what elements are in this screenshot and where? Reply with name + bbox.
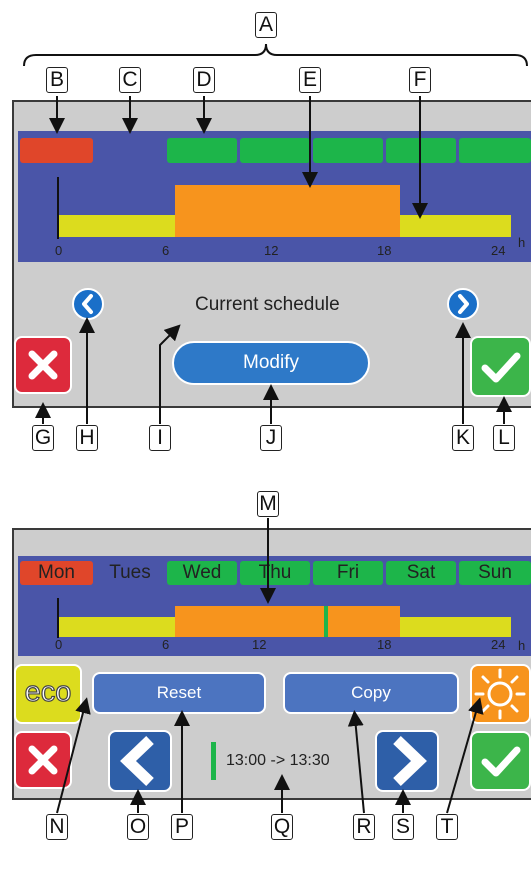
- callout-r: R: [353, 814, 375, 840]
- status-text: Current schedule: [195, 294, 340, 315]
- tick-label: 24: [491, 637, 506, 652]
- modify-button[interactable]: Modify: [172, 341, 370, 385]
- callout-o: O: [127, 814, 149, 840]
- callout-k: K: [452, 425, 474, 451]
- previous-day-button[interactable]: [72, 288, 104, 320]
- day-tab-wed[interactable]: Wed: [167, 561, 237, 585]
- chevron-right-icon: [458, 294, 469, 314]
- time-cursor[interactable]: [323, 606, 328, 637]
- day-tab-fri[interactable]: Fri: [313, 561, 383, 585]
- callout-d: D: [193, 67, 215, 93]
- callout-c: C: [119, 67, 141, 93]
- comfort-period-bar: [175, 185, 400, 237]
- day-indicator-green: [313, 138, 383, 163]
- hours-unit: h: [518, 638, 526, 653]
- copy-button[interactable]: Copy: [283, 672, 459, 714]
- day-indicator-green: [240, 138, 310, 163]
- next-day-button[interactable]: [447, 288, 479, 320]
- callout-a: A: [255, 12, 277, 38]
- slot-indicator: [211, 742, 216, 780]
- callout-s: S: [392, 814, 414, 840]
- sun-icon: [474, 668, 526, 720]
- previous-slot-button[interactable]: [108, 730, 172, 792]
- eco-button[interactable]: eco: [14, 664, 82, 724]
- cancel-button[interactable]: [14, 336, 72, 394]
- tick-label: 12: [252, 637, 267, 652]
- day-tab-sun[interactable]: Sun: [459, 561, 531, 585]
- chevron-right-icon: [393, 736, 427, 786]
- comfort-mode-button[interactable]: [470, 664, 531, 724]
- day-indicator-green: [167, 138, 237, 163]
- callout-q: Q: [271, 814, 293, 840]
- ok-button[interactable]: [470, 336, 531, 397]
- day-tab-thu[interactable]: Thu: [240, 561, 310, 585]
- tick-label: 6: [162, 243, 170, 258]
- hours-unit: h: [518, 235, 526, 250]
- chevron-left-icon: [82, 294, 93, 314]
- callout-n: N: [46, 814, 68, 840]
- callout-j: J: [260, 425, 282, 451]
- tick-label: 18: [377, 243, 392, 258]
- callout-p: P: [171, 814, 193, 840]
- next-slot-button[interactable]: [375, 730, 439, 792]
- callout-i: I: [149, 425, 171, 451]
- close-icon: [28, 350, 58, 380]
- chevron-left-icon: [120, 736, 154, 786]
- cancel-button[interactable]: [14, 731, 72, 789]
- reset-button[interactable]: Reset: [92, 672, 266, 714]
- callout-l: L: [493, 425, 515, 451]
- day-tab-sat[interactable]: Sat: [386, 561, 456, 585]
- tick-label: 0: [55, 243, 63, 258]
- day-indicator-selected: [20, 138, 93, 163]
- eco-label: eco: [24, 675, 72, 708]
- close-icon: [28, 745, 58, 775]
- day-indicator-green: [459, 138, 531, 163]
- tick-label: 24: [491, 243, 506, 258]
- callout-e: E: [299, 67, 321, 93]
- callout-m: M: [257, 491, 279, 517]
- callout-b: B: [46, 67, 68, 93]
- checkmark-icon: [481, 746, 521, 777]
- ok-button[interactable]: [470, 731, 531, 791]
- time-range-text: 13:00 -> 13:30: [226, 752, 330, 769]
- callout-h: H: [76, 425, 98, 451]
- tick-label: 0: [55, 637, 63, 652]
- day-tab-tues[interactable]: Tues: [94, 561, 166, 585]
- checkmark-icon: [481, 352, 521, 383]
- tick-label: 6: [162, 637, 170, 652]
- day-tabs: Mon Tues Wed Thu Fri Sat Sun: [20, 561, 531, 587]
- callout-t: T: [436, 814, 458, 840]
- comfort-period-bar: [175, 606, 400, 637]
- day-indicator-green: [386, 138, 456, 163]
- tick-label: 12: [264, 243, 279, 258]
- tick-label: 18: [377, 637, 392, 652]
- callout-f: F: [409, 67, 431, 93]
- callout-g: G: [32, 425, 54, 451]
- day-tab-mon[interactable]: Mon: [20, 561, 93, 585]
